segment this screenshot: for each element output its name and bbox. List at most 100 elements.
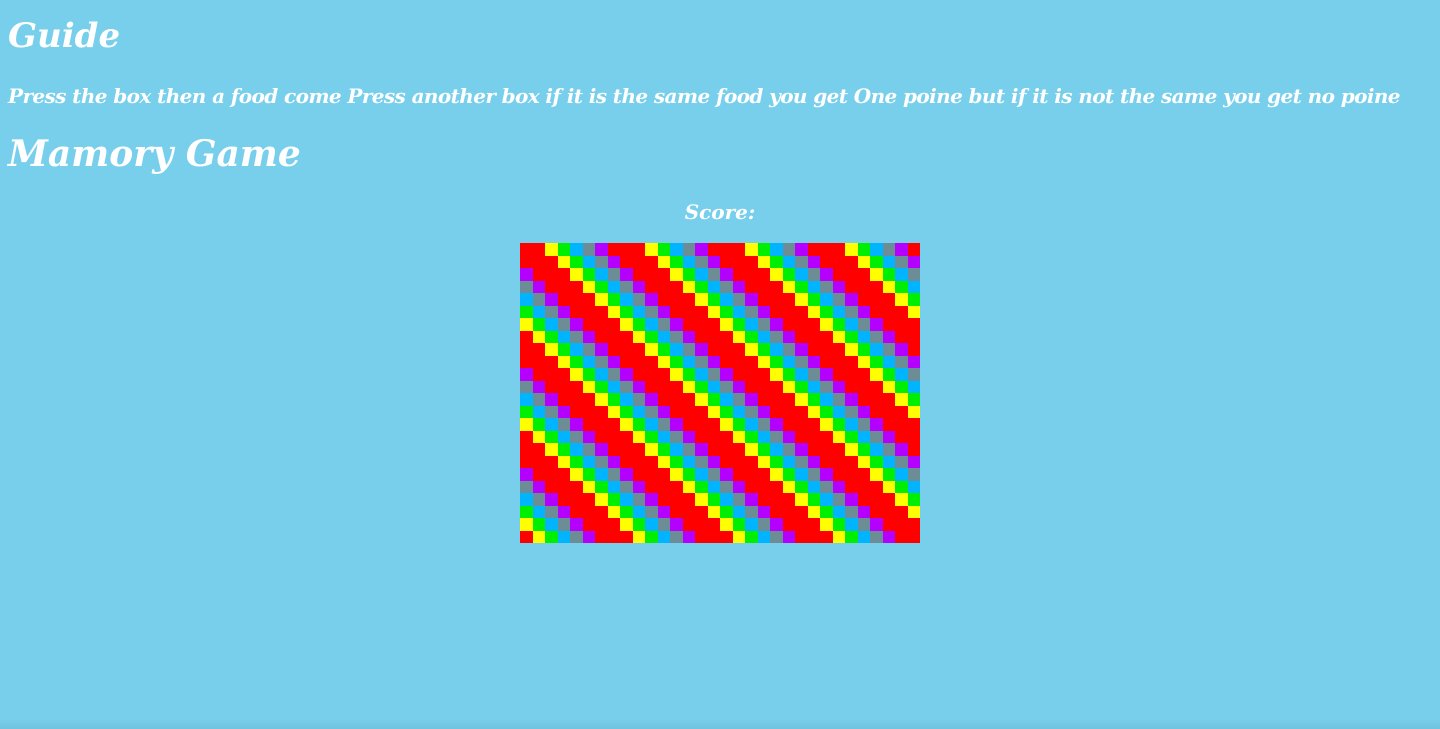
memory-box[interactable] xyxy=(757,468,770,481)
memory-box[interactable] xyxy=(857,430,870,443)
memory-box[interactable] xyxy=(607,243,620,256)
memory-box[interactable] xyxy=(795,443,808,456)
memory-box[interactable] xyxy=(607,530,620,543)
memory-box[interactable] xyxy=(845,330,858,343)
memory-box[interactable] xyxy=(820,393,833,406)
memory-box[interactable] xyxy=(857,343,870,356)
memory-box[interactable] xyxy=(570,355,583,368)
memory-box[interactable] xyxy=(607,255,620,268)
memory-box[interactable] xyxy=(645,430,658,443)
memory-box[interactable] xyxy=(570,443,583,456)
memory-box[interactable] xyxy=(582,343,595,356)
memory-box[interactable] xyxy=(882,493,895,506)
memory-box[interactable] xyxy=(832,505,845,518)
memory-box[interactable] xyxy=(882,443,895,456)
memory-box[interactable] xyxy=(532,430,545,443)
memory-box[interactable] xyxy=(695,255,708,268)
memory-box[interactable] xyxy=(695,343,708,356)
memory-box[interactable] xyxy=(682,468,695,481)
memory-box[interactable] xyxy=(570,380,583,393)
memory-box[interactable] xyxy=(520,318,533,331)
memory-box[interactable] xyxy=(795,505,808,518)
memory-box[interactable] xyxy=(670,530,683,543)
memory-box[interactable] xyxy=(782,318,795,331)
memory-box[interactable] xyxy=(807,318,820,331)
memory-box[interactable] xyxy=(595,318,608,331)
memory-box[interactable] xyxy=(707,505,720,518)
memory-box[interactable] xyxy=(845,505,858,518)
memory-box[interactable] xyxy=(907,393,920,406)
memory-box[interactable] xyxy=(707,480,720,493)
memory-box[interactable] xyxy=(620,255,633,268)
memory-box[interactable] xyxy=(595,468,608,481)
memory-box[interactable] xyxy=(657,355,670,368)
memory-box[interactable] xyxy=(645,243,658,256)
memory-box[interactable] xyxy=(745,380,758,393)
memory-box[interactable] xyxy=(770,305,783,318)
memory-box[interactable] xyxy=(645,330,658,343)
memory-box[interactable] xyxy=(557,243,570,256)
memory-box[interactable] xyxy=(895,330,908,343)
memory-box[interactable] xyxy=(795,355,808,368)
memory-box[interactable] xyxy=(557,255,570,268)
memory-box[interactable] xyxy=(832,305,845,318)
memory-box[interactable] xyxy=(895,393,908,406)
memory-box[interactable] xyxy=(907,355,920,368)
memory-box[interactable] xyxy=(670,380,683,393)
memory-box[interactable] xyxy=(745,530,758,543)
memory-box[interactable] xyxy=(545,493,558,506)
memory-box[interactable] xyxy=(782,380,795,393)
memory-box[interactable] xyxy=(595,505,608,518)
memory-box[interactable] xyxy=(807,330,820,343)
memory-box[interactable] xyxy=(832,330,845,343)
memory-box[interactable] xyxy=(695,443,708,456)
memory-box[interactable] xyxy=(682,443,695,456)
memory-box[interactable] xyxy=(582,455,595,468)
memory-box[interactable] xyxy=(782,343,795,356)
memory-box[interactable] xyxy=(820,380,833,393)
memory-box[interactable] xyxy=(720,393,733,406)
memory-box[interactable] xyxy=(595,305,608,318)
memory-box[interactable] xyxy=(545,318,558,331)
memory-box[interactable] xyxy=(557,518,570,531)
memory-box[interactable] xyxy=(557,280,570,293)
memory-box[interactable] xyxy=(657,455,670,468)
memory-box[interactable] xyxy=(720,318,733,331)
memory-box[interactable] xyxy=(682,455,695,468)
memory-box[interactable] xyxy=(682,518,695,531)
memory-box[interactable] xyxy=(907,480,920,493)
memory-box[interactable] xyxy=(757,330,770,343)
memory-box[interactable] xyxy=(807,518,820,531)
memory-box[interactable] xyxy=(882,268,895,281)
memory-box[interactable] xyxy=(657,243,670,256)
memory-box[interactable] xyxy=(670,493,683,506)
memory-box[interactable] xyxy=(645,455,658,468)
memory-box[interactable] xyxy=(757,243,770,256)
memory-box[interactable] xyxy=(557,380,570,393)
memory-box[interactable] xyxy=(845,343,858,356)
memory-box[interactable] xyxy=(595,443,608,456)
memory-box[interactable] xyxy=(845,418,858,431)
memory-box[interactable] xyxy=(832,468,845,481)
memory-box[interactable] xyxy=(895,343,908,356)
memory-box[interactable] xyxy=(882,280,895,293)
memory-box[interactable] xyxy=(695,468,708,481)
memory-box[interactable] xyxy=(557,330,570,343)
memory-box[interactable] xyxy=(545,305,558,318)
memory-box[interactable] xyxy=(520,293,533,306)
memory-box[interactable] xyxy=(545,330,558,343)
memory-box[interactable] xyxy=(557,480,570,493)
memory-box[interactable] xyxy=(832,518,845,531)
memory-box[interactable] xyxy=(657,530,670,543)
memory-box[interactable] xyxy=(870,255,883,268)
memory-box[interactable] xyxy=(695,330,708,343)
memory-box[interactable] xyxy=(682,380,695,393)
memory-box[interactable] xyxy=(707,380,720,393)
memory-box[interactable] xyxy=(520,343,533,356)
memory-box[interactable] xyxy=(520,280,533,293)
memory-box[interactable] xyxy=(670,343,683,356)
memory-box[interactable] xyxy=(895,468,908,481)
memory-box[interactable] xyxy=(732,380,745,393)
memory-box[interactable] xyxy=(870,293,883,306)
memory-box[interactable] xyxy=(757,443,770,456)
